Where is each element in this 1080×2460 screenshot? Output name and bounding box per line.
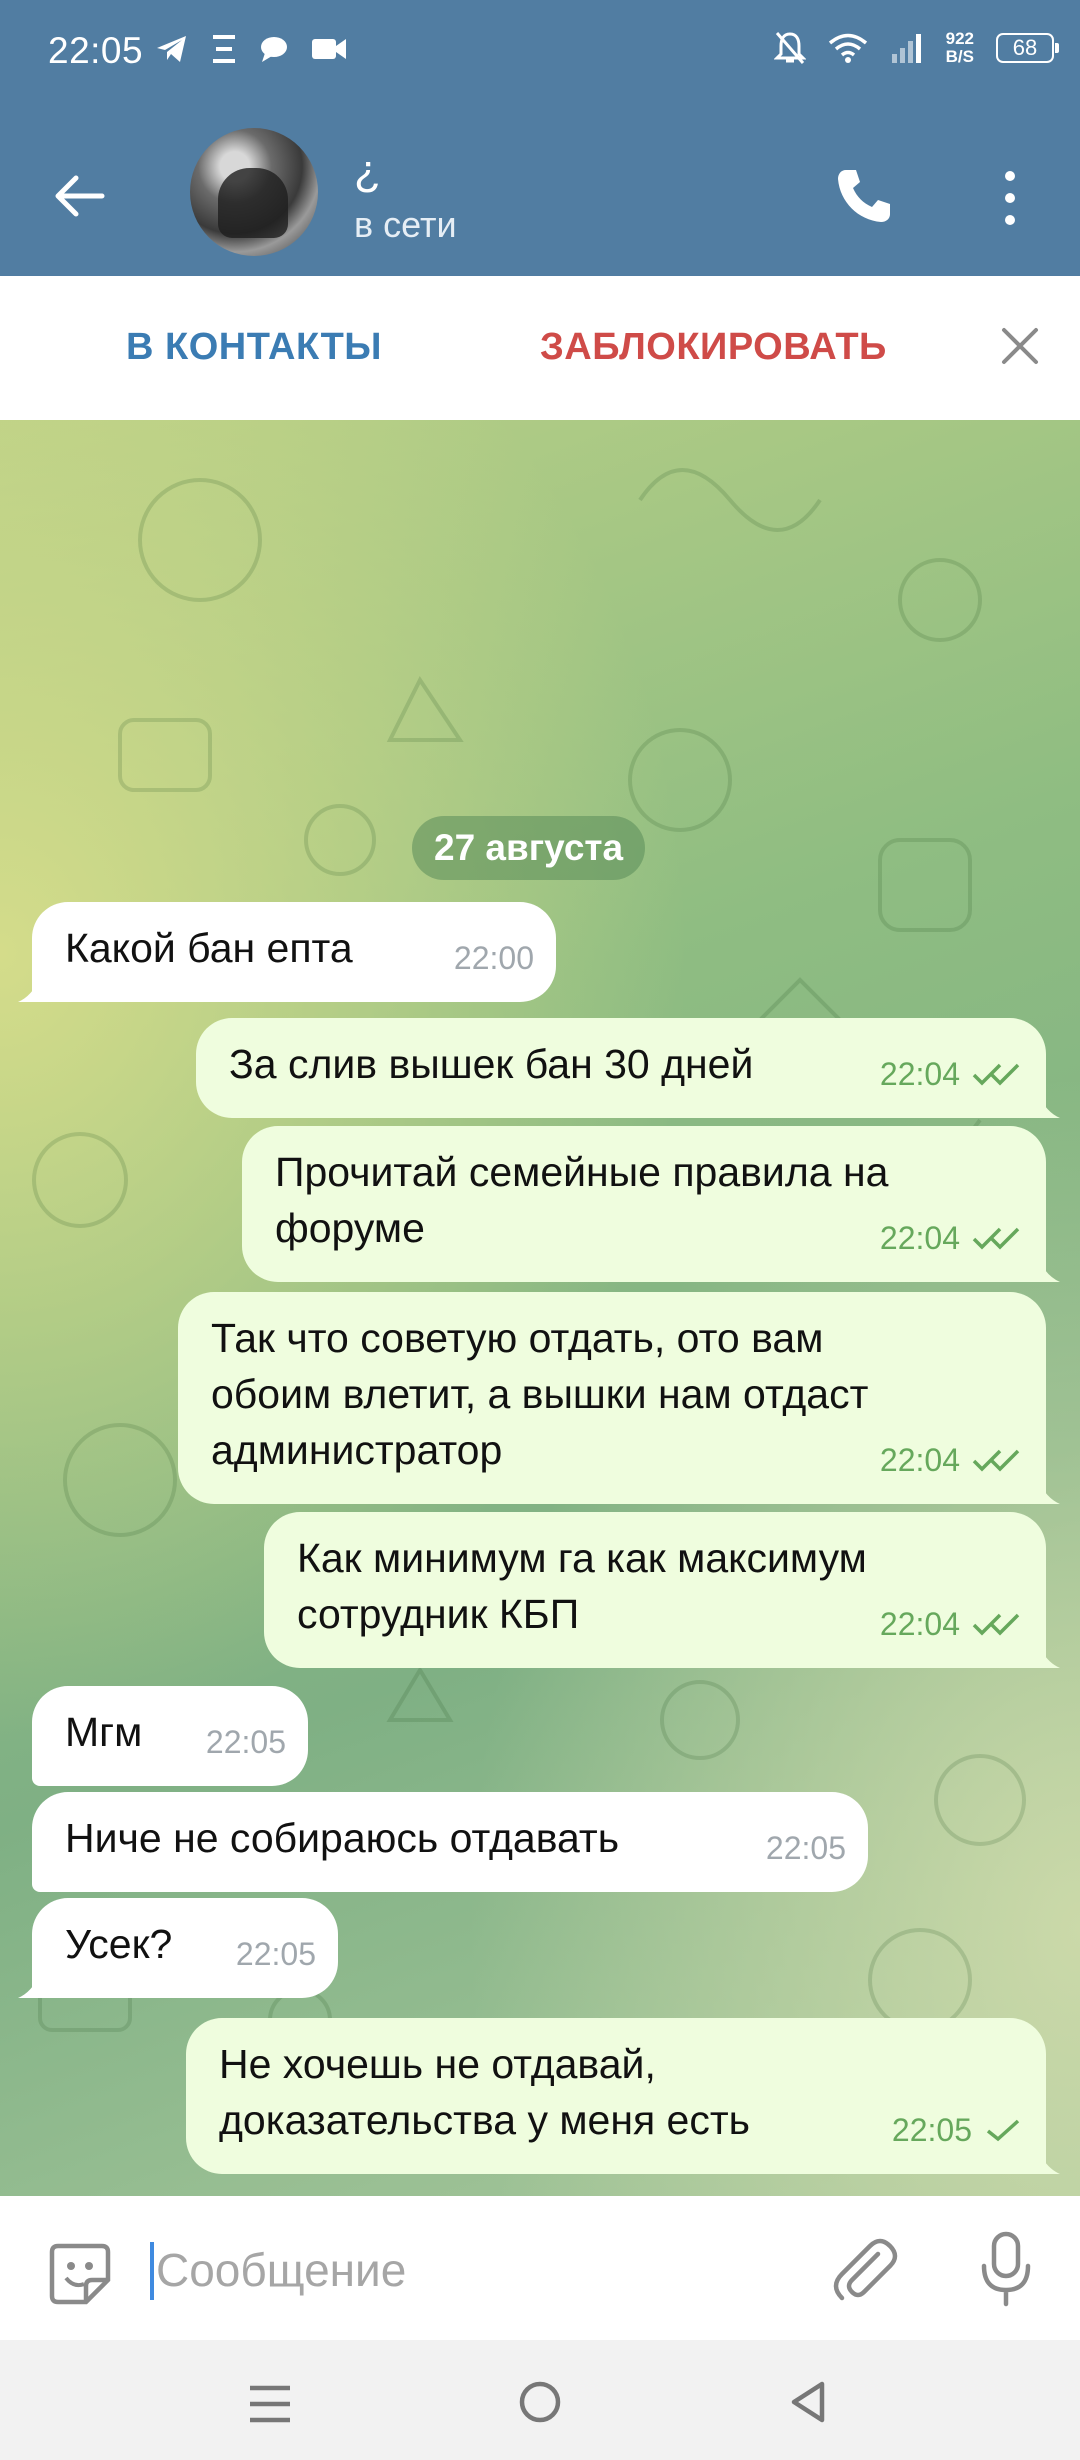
message-time: 22:04 [879, 1220, 960, 1256]
telegram-icon [157, 36, 186, 62]
paperclip-icon[interactable] [828, 2234, 900, 2306]
message-meta: 22:04 [880, 1596, 1024, 1652]
message-time: 22:05 [205, 1724, 286, 1760]
system-navigation-bar [0, 2340, 1080, 2460]
contact-action-bar: В КОНТАКТЫ ЗАБЛОКИРОВАТЬ [0, 276, 1080, 420]
network-speed: 922 B/S [946, 30, 974, 66]
network-speed-value: 922 [945, 29, 974, 48]
message-bubble-outgoing[interactable]: Прочитай семейные правила на форуме 22:0… [242, 1126, 1060, 1282]
bubble-tail [1038, 1094, 1060, 1118]
xi-icon [213, 35, 235, 63]
contact-status: в сети [354, 204, 457, 245]
message-bubble-outgoing[interactable]: Не хочешь не отдавай, доказательства у м… [186, 2018, 1060, 2174]
signal-icon [891, 34, 921, 63]
message-meta: 22:04 [880, 1210, 1024, 1266]
message-time: 22:00 [453, 940, 534, 976]
message-meta: 22:04 [880, 1432, 1024, 1488]
message-bubble-incoming[interactable]: Мгм 22:05 [32, 1686, 308, 1786]
network-speed-unit: B/S [945, 47, 974, 66]
more-vertical-icon[interactable] [990, 166, 1030, 230]
mute-icon [773, 32, 806, 64]
message-time: 22:04 [879, 1056, 960, 1092]
message-bubble-outgoing[interactable]: Так что советую отдать, ото вам обоим вл… [178, 1292, 1060, 1504]
sticker-icon[interactable] [44, 2238, 116, 2310]
system-icons: 922 B/S 68 [773, 30, 1059, 66]
message-composer [0, 2196, 1080, 2340]
double-check-icon [972, 1613, 1020, 1636]
message-time: 22:05 [891, 2112, 972, 2148]
check-icon [986, 2119, 1020, 2142]
message-bubble-incoming[interactable]: Ниче не собираюсь отдавать 22:05 [32, 1792, 868, 1892]
message-meta: 22:05 [766, 1820, 846, 1876]
status-bar: 22:05 922 B/S 68 [0, 0, 1080, 108]
double-check-icon [972, 1063, 1020, 1086]
status-time: 22:05 [48, 30, 144, 71]
message-time: 22:05 [765, 1830, 846, 1866]
home-icon[interactable] [518, 2380, 562, 2424]
message-time: 22:05 [235, 1936, 316, 1972]
message-bubble-outgoing[interactable]: За слив вышек бан 30 дней 22:04 [196, 1018, 1060, 1118]
video-icon [312, 39, 346, 59]
contact-name[interactable]: ¿ [354, 146, 381, 196]
bubble-tail [1038, 1644, 1060, 1668]
microphone-icon[interactable] [978, 2230, 1034, 2310]
block-user-button[interactable]: ЗАБЛОКИРОВАТЬ [540, 326, 887, 369]
message-meta: 22:00 [454, 930, 534, 986]
back-arrow-icon[interactable] [52, 168, 108, 224]
message-input[interactable] [152, 2230, 796, 2310]
add-to-contacts-button[interactable]: В КОНТАКТЫ [126, 326, 382, 369]
bubble-tail [1038, 2150, 1060, 2174]
chat-area[interactable]: 27 августа Какой бан епта 22:00 За слив … [0, 420, 1080, 2196]
double-check-icon [972, 1227, 1020, 1250]
message-bubble-incoming[interactable]: Какой бан епта 22:00 [18, 902, 556, 1002]
message-text: Ниче не собираюсь отдавать [65, 1815, 620, 1861]
bubble-tail [18, 978, 40, 1002]
chat-icon [261, 37, 287, 62]
bubble-tail [1038, 1258, 1060, 1282]
recent-apps-icon[interactable] [248, 2384, 292, 2424]
message-time: 22:04 [879, 1606, 960, 1642]
message-meta: 22:05 [236, 1926, 316, 1982]
message-bubble-incoming[interactable]: Усек? 22:05 [18, 1898, 338, 1998]
bubble-tail [1038, 1480, 1060, 1504]
avatar[interactable] [190, 128, 318, 256]
date-separator: 27 августа [412, 816, 646, 880]
message-meta: 22:05 [206, 1714, 286, 1770]
message-meta: 22:05 [892, 2102, 1024, 2158]
close-icon[interactable] [998, 324, 1042, 368]
nav-back-icon[interactable] [788, 2380, 828, 2424]
double-check-icon [972, 1449, 1020, 1472]
notification-icons [155, 34, 347, 64]
message-time: 22:04 [879, 1442, 960, 1478]
phone-icon[interactable] [832, 164, 896, 228]
wifi-icon [828, 33, 867, 63]
chat-header: ¿ в сети [0, 108, 1080, 276]
bubble-tail [18, 1974, 40, 1998]
message-meta: 22:04 [880, 1046, 1024, 1102]
message-bubble-outgoing[interactable]: Как минимум га как максимум сотрудник КБ… [264, 1512, 1060, 1668]
battery-indicator: 68 [996, 33, 1059, 63]
